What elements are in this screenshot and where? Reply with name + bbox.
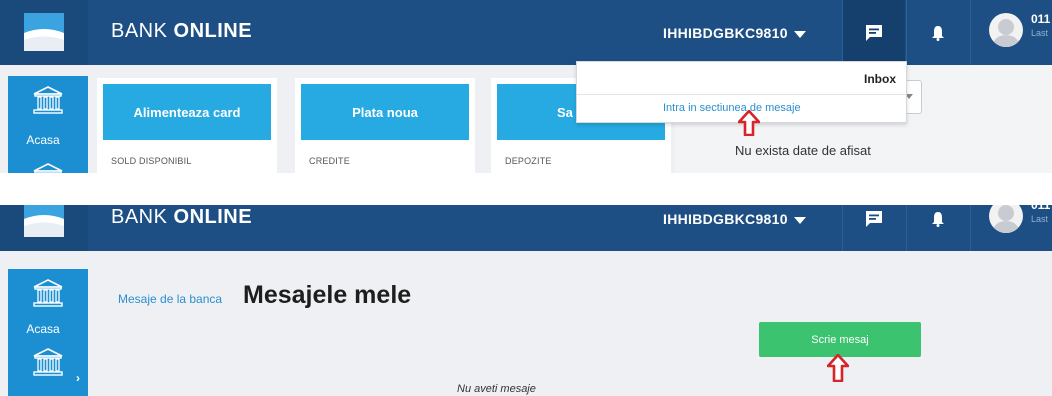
deposits-label: DEPOZITE bbox=[505, 156, 552, 166]
last-login-label: Last bbox=[1031, 214, 1049, 224]
no-data-text: Nu exista date de afisat bbox=[735, 143, 871, 158]
sidebar-item-home-label[interactable]: Acasa bbox=[8, 322, 78, 336]
sidebar: Acasa bbox=[8, 76, 88, 173]
chevron-down-icon[interactable] bbox=[794, 31, 806, 38]
messages-button[interactable] bbox=[842, 0, 905, 65]
user-menu[interactable]: 011 Last bbox=[970, 0, 1052, 65]
notifications-button[interactable] bbox=[906, 205, 969, 251]
new-payment-button[interactable]: Plata noua bbox=[301, 84, 469, 140]
inbox-title: Inbox bbox=[864, 72, 896, 86]
top-up-card-button[interactable]: Alimenteaza card bbox=[103, 84, 271, 140]
bank-building-icon[interactable] bbox=[33, 348, 63, 376]
user-id: 011 bbox=[1031, 12, 1051, 26]
user-menu[interactable]: 011 Last bbox=[970, 205, 1052, 251]
notifications-button[interactable] bbox=[906, 0, 969, 65]
top-header: BANK ONLINE IHHIBDGBKC9810 011 Last bbox=[0, 0, 1052, 65]
logo[interactable] bbox=[0, 0, 88, 65]
go-to-messages-link[interactable]: Intra in sectiunea de mesaje bbox=[663, 102, 801, 114]
credits-label: CREDITE bbox=[309, 156, 350, 166]
write-message-button[interactable]: Scrie mesaj bbox=[759, 322, 921, 357]
top-header: BANK ONLINE IHHIBDGBKC9810 011 Last bbox=[0, 205, 1052, 251]
bank-building-icon[interactable] bbox=[33, 86, 63, 114]
screenshot-inbox-dropdown: BANK ONLINE IHHIBDGBKC9810 011 Last Acas… bbox=[0, 0, 1052, 173]
messages-button[interactable] bbox=[842, 205, 905, 251]
user-avatar-icon bbox=[989, 13, 1023, 47]
sidebar-item-home-label[interactable]: Acasa bbox=[8, 133, 78, 147]
screenshot-my-messages: BANK ONLINE IHHIBDGBKC9810 011 Last Acas… bbox=[0, 205, 1052, 396]
red-arrow-up-icon bbox=[738, 110, 760, 136]
breadcrumb[interactable]: Mesaje de la banca bbox=[118, 292, 222, 306]
user-id: 011 bbox=[1031, 205, 1051, 212]
page-title: Mesajele mele bbox=[243, 281, 412, 309]
chevron-right-icon[interactable]: › bbox=[76, 371, 80, 385]
bank-building-icon[interactable] bbox=[33, 279, 63, 307]
brand-title: BANK ONLINE bbox=[111, 20, 253, 42]
account-selector[interactable]: IHHIBDGBKC9810 bbox=[663, 25, 788, 41]
user-avatar-icon bbox=[989, 205, 1023, 233]
divider bbox=[577, 94, 906, 95]
chat-icon bbox=[866, 24, 882, 41]
empty-messages-text: Nu aveti mesaje bbox=[457, 383, 536, 395]
bell-icon bbox=[932, 211, 944, 227]
account-selector[interactable]: IHHIBDGBKC9810 bbox=[663, 211, 788, 227]
logo[interactable] bbox=[0, 205, 88, 251]
available-balance-label: SOLD DISPONIBIL bbox=[111, 156, 192, 166]
sidebar: Acasa › bbox=[8, 269, 88, 396]
bank-building-icon[interactable] bbox=[33, 163, 63, 173]
bank-logo-icon bbox=[24, 205, 64, 237]
card-new-payment: Plata noua CREDITE bbox=[295, 78, 475, 173]
chat-icon bbox=[866, 210, 882, 227]
chevron-down-icon[interactable] bbox=[794, 217, 806, 224]
last-login-label: Last bbox=[1031, 28, 1049, 38]
bell-icon bbox=[932, 25, 944, 41]
red-arrow-up-icon bbox=[827, 354, 849, 382]
bank-logo-icon bbox=[24, 13, 64, 51]
brand-title: BANK ONLINE bbox=[111, 206, 253, 228]
card-top-up: Alimenteaza card SOLD DISPONIBIL bbox=[97, 78, 277, 173]
